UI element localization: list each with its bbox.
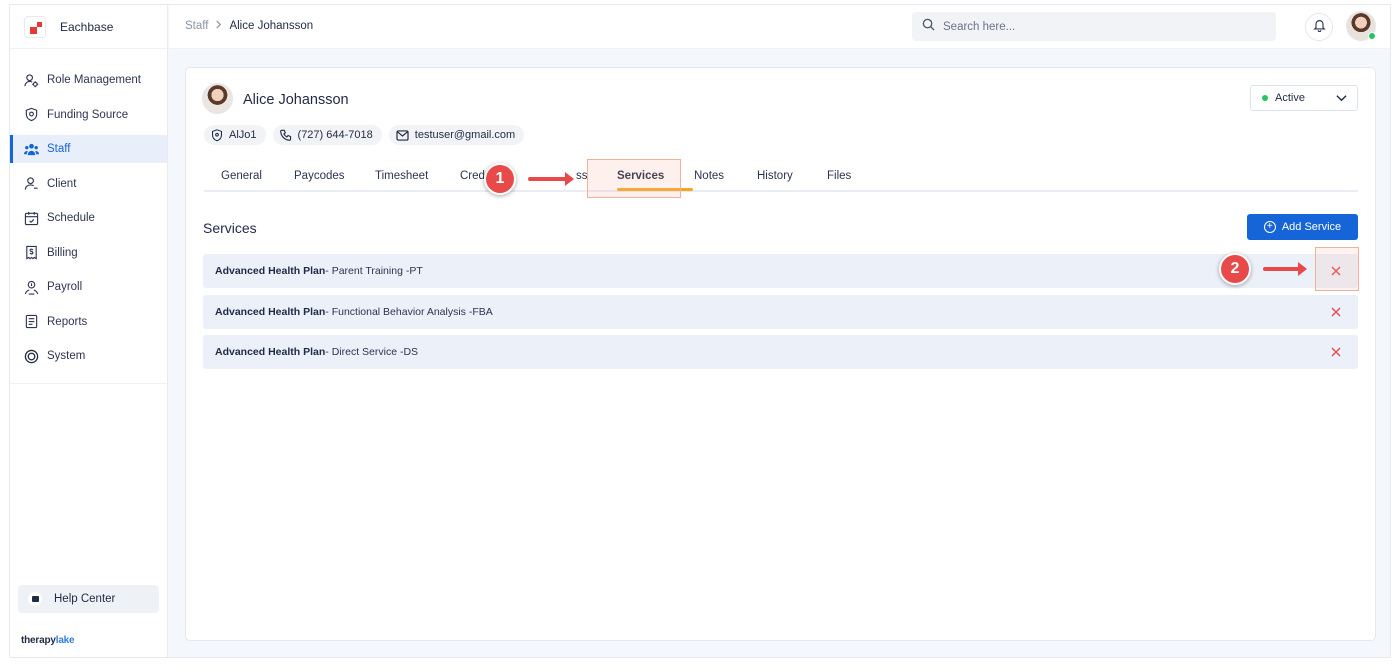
- tab-access[interactable]: ss: [576, 170, 588, 182]
- search-icon: [922, 18, 935, 36]
- phone-icon: [279, 129, 292, 141]
- report-icon: [23, 314, 39, 330]
- profile-avatar: [202, 83, 233, 114]
- step-1-arrow-icon: [528, 172, 574, 186]
- mail-icon: [396, 129, 409, 141]
- user-icon: [23, 176, 39, 192]
- delete-button-highlight: [1315, 247, 1359, 291]
- shield-id-icon: [211, 128, 223, 142]
- tab-credentials[interactable]: Cred: [460, 170, 485, 182]
- delete-service-button[interactable]: [1328, 344, 1344, 360]
- sidebar-item-label: Billing: [47, 246, 78, 259]
- services-tab-highlight: [587, 159, 681, 198]
- sidebar: Eachbase Role Management Funding Source …: [10, 5, 168, 657]
- sidebar-item-label: Reports: [47, 315, 88, 328]
- staff-id: AlJo1: [229, 129, 257, 141]
- step-2-arrow-icon: [1263, 262, 1307, 276]
- service-plan: Advanced Health Plan: [215, 265, 326, 277]
- step-2-marker: 2: [1219, 253, 1251, 285]
- bell-icon: [1312, 18, 1326, 37]
- sidebar-item-label: Funding Source: [47, 108, 129, 121]
- user-gear-icon: [23, 72, 39, 88]
- phone-number: (727) 644-7018: [297, 129, 373, 141]
- sidebar-item-system[interactable]: System: [10, 342, 167, 370]
- breadcrumb-current: Alice Johansson: [229, 20, 314, 32]
- service-detail: - Parent Training -PT: [325, 265, 423, 277]
- breadcrumb: Staff Alice Johansson: [185, 20, 313, 32]
- tab-history[interactable]: History: [757, 170, 793, 182]
- search-input[interactable]: [943, 20, 1243, 33]
- status-dropdown[interactable]: Active: [1250, 85, 1358, 111]
- sidebar-item-reports[interactable]: Reports: [10, 308, 167, 336]
- receipt-icon: [23, 245, 39, 261]
- profile-chips: AlJo1 (727) 644-7018 testuser@gmail.com: [204, 125, 525, 145]
- delete-service-button[interactable]: [1328, 304, 1344, 320]
- therapylake-logo: therapylake: [21, 635, 75, 646]
- sidebar-item-billing[interactable]: Billing: [10, 239, 167, 267]
- staff-id-chip: AlJo1: [204, 125, 266, 145]
- sidebar-item-payroll[interactable]: Payroll: [10, 273, 167, 301]
- status-dot: [1262, 95, 1268, 101]
- brand-logo-icon: [24, 15, 46, 38]
- sidebar-item-label: Schedule: [47, 212, 95, 224]
- sidebar-item-label: Payroll: [47, 281, 83, 293]
- calendar-icon: [23, 210, 39, 226]
- add-service-label: Add Service: [1281, 221, 1342, 233]
- user-avatar[interactable]: [1346, 11, 1376, 41]
- tab-notes[interactable]: Notes: [694, 170, 724, 182]
- brand[interactable]: Eachbase: [10, 5, 167, 49]
- system-icon: [23, 348, 39, 364]
- profile-tabs: General Paycodes Timesheet Cred ss Servi…: [204, 164, 1358, 192]
- staff-profile-card: Alice Johansson Active AlJo1 (727) 644-7…: [185, 67, 1376, 641]
- chevron-down-icon: [1336, 93, 1347, 105]
- tab-paycodes[interactable]: Paycodes: [294, 170, 345, 182]
- sidebar-item-label: Staff: [47, 143, 71, 155]
- email-address: testuser@gmail.com: [414, 129, 516, 141]
- sidebar-item-label: System: [47, 350, 86, 362]
- sidebar-item-label: Role Management: [47, 74, 141, 86]
- breadcrumb-staff[interactable]: Staff: [185, 20, 208, 32]
- sidebar-item-staff[interactable]: Staff: [10, 135, 167, 163]
- sidebar-item-client[interactable]: Client: [10, 170, 167, 198]
- tab-general[interactable]: General: [221, 170, 262, 182]
- phone-chip: (727) 644-7018: [272, 125, 382, 145]
- status-label: Active: [1275, 92, 1305, 104]
- service-row: Advanced Health Plan - Functional Behavi…: [203, 295, 1358, 329]
- sidebar-item-role-management[interactable]: Role Management: [10, 66, 167, 94]
- help-center-button[interactable]: Help Center: [18, 585, 159, 613]
- service-plan: Advanced Health Plan: [215, 306, 326, 318]
- chat-bubble-icon: [28, 592, 42, 606]
- service-row: Advanced Health Plan - Parent Training -…: [203, 254, 1358, 288]
- sidebar-nav: Role Management Funding Source Staff Cli…: [10, 49, 167, 384]
- online-status-dot: [1368, 32, 1376, 40]
- notifications-button[interactable]: [1305, 13, 1333, 41]
- topbar: Staff Alice Johansson: [169, 5, 1390, 49]
- sidebar-item-label: Client: [47, 177, 77, 190]
- brand-name: Eachbase: [60, 19, 114, 34]
- help-center-label: Help Center: [54, 593, 116, 605]
- app-window: Eachbase Role Management Funding Source …: [9, 4, 1391, 658]
- tab-timesheet[interactable]: Timesheet: [375, 170, 428, 182]
- users-icon: [23, 141, 39, 157]
- chevron-right-icon: [215, 20, 222, 32]
- add-service-button[interactable]: + Add Service: [1247, 214, 1358, 240]
- profile-name: Alice Johansson: [243, 92, 349, 108]
- step-1-marker: 1: [484, 163, 516, 195]
- search-bar[interactable]: [912, 12, 1276, 41]
- email-chip: testuser@gmail.com: [388, 125, 525, 145]
- payroll-icon: [23, 279, 39, 295]
- service-detail: - Functional Behavior Analysis -FBA: [325, 306, 493, 318]
- service-plan: Advanced Health Plan: [215, 346, 326, 358]
- sidebar-item-schedule[interactable]: Schedule: [10, 204, 167, 232]
- tab-files[interactable]: Files: [827, 170, 851, 182]
- shield-icon: [23, 107, 39, 123]
- plus-circle-icon: +: [1263, 221, 1276, 233]
- service-detail: - Direct Service -DS: [325, 346, 419, 358]
- sidebar-item-funding-source[interactable]: Funding Source: [10, 101, 167, 129]
- services-section-title: Services: [203, 220, 257, 236]
- service-row: Advanced Health Plan - Direct Service -D…: [203, 335, 1358, 369]
